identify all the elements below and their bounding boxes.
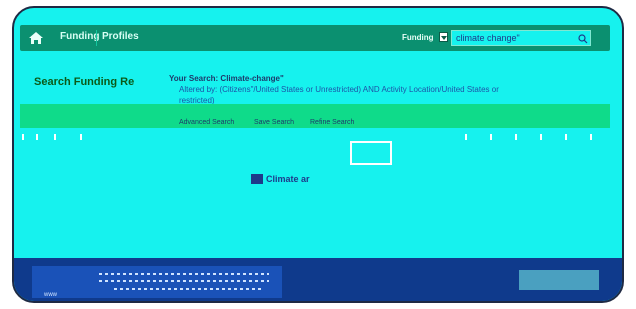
footer-links-row — [114, 288, 264, 290]
result-type-icon — [251, 174, 263, 184]
result-title-link[interactable]: Climate ar — [266, 174, 310, 184]
footer-logo-block — [519, 270, 599, 290]
your-search-heading: Your Search: Climate-change" — [169, 74, 284, 83]
top-navigation-bar: Funding Profiles Funding climate change" — [20, 25, 610, 51]
nav-divider — [96, 30, 97, 46]
save-search-link[interactable]: Save Search — [254, 119, 294, 126]
sidebar-title: Search Funding Re — [34, 76, 135, 88]
footer-links-row — [99, 280, 269, 282]
footer-links-block — [32, 266, 282, 298]
search-icon[interactable] — [578, 34, 588, 44]
search-scope-dropdown[interactable] — [439, 32, 448, 42]
search-input[interactable]: climate change" — [451, 30, 591, 46]
nav-item-funding[interactable]: Funding — [60, 31, 99, 42]
footer-mark: www — [44, 292, 57, 298]
refine-search-link[interactable]: Refine Search — [310, 119, 354, 126]
advanced-search-link[interactable]: Advanced Search — [179, 119, 234, 126]
search-filter-description: Altered by: (Citizens"/United States or … — [179, 85, 499, 94]
nav-item-profiles[interactable]: Profiles — [102, 31, 139, 42]
results-divider — [20, 134, 610, 140]
home-icon[interactable] — [28, 30, 44, 46]
search-scope-label: Funding — [402, 33, 434, 42]
browser-frame: Funding Profiles Funding climate change"… — [12, 6, 624, 303]
footer-links-row — [99, 273, 269, 275]
loading-indicator — [350, 141, 392, 165]
